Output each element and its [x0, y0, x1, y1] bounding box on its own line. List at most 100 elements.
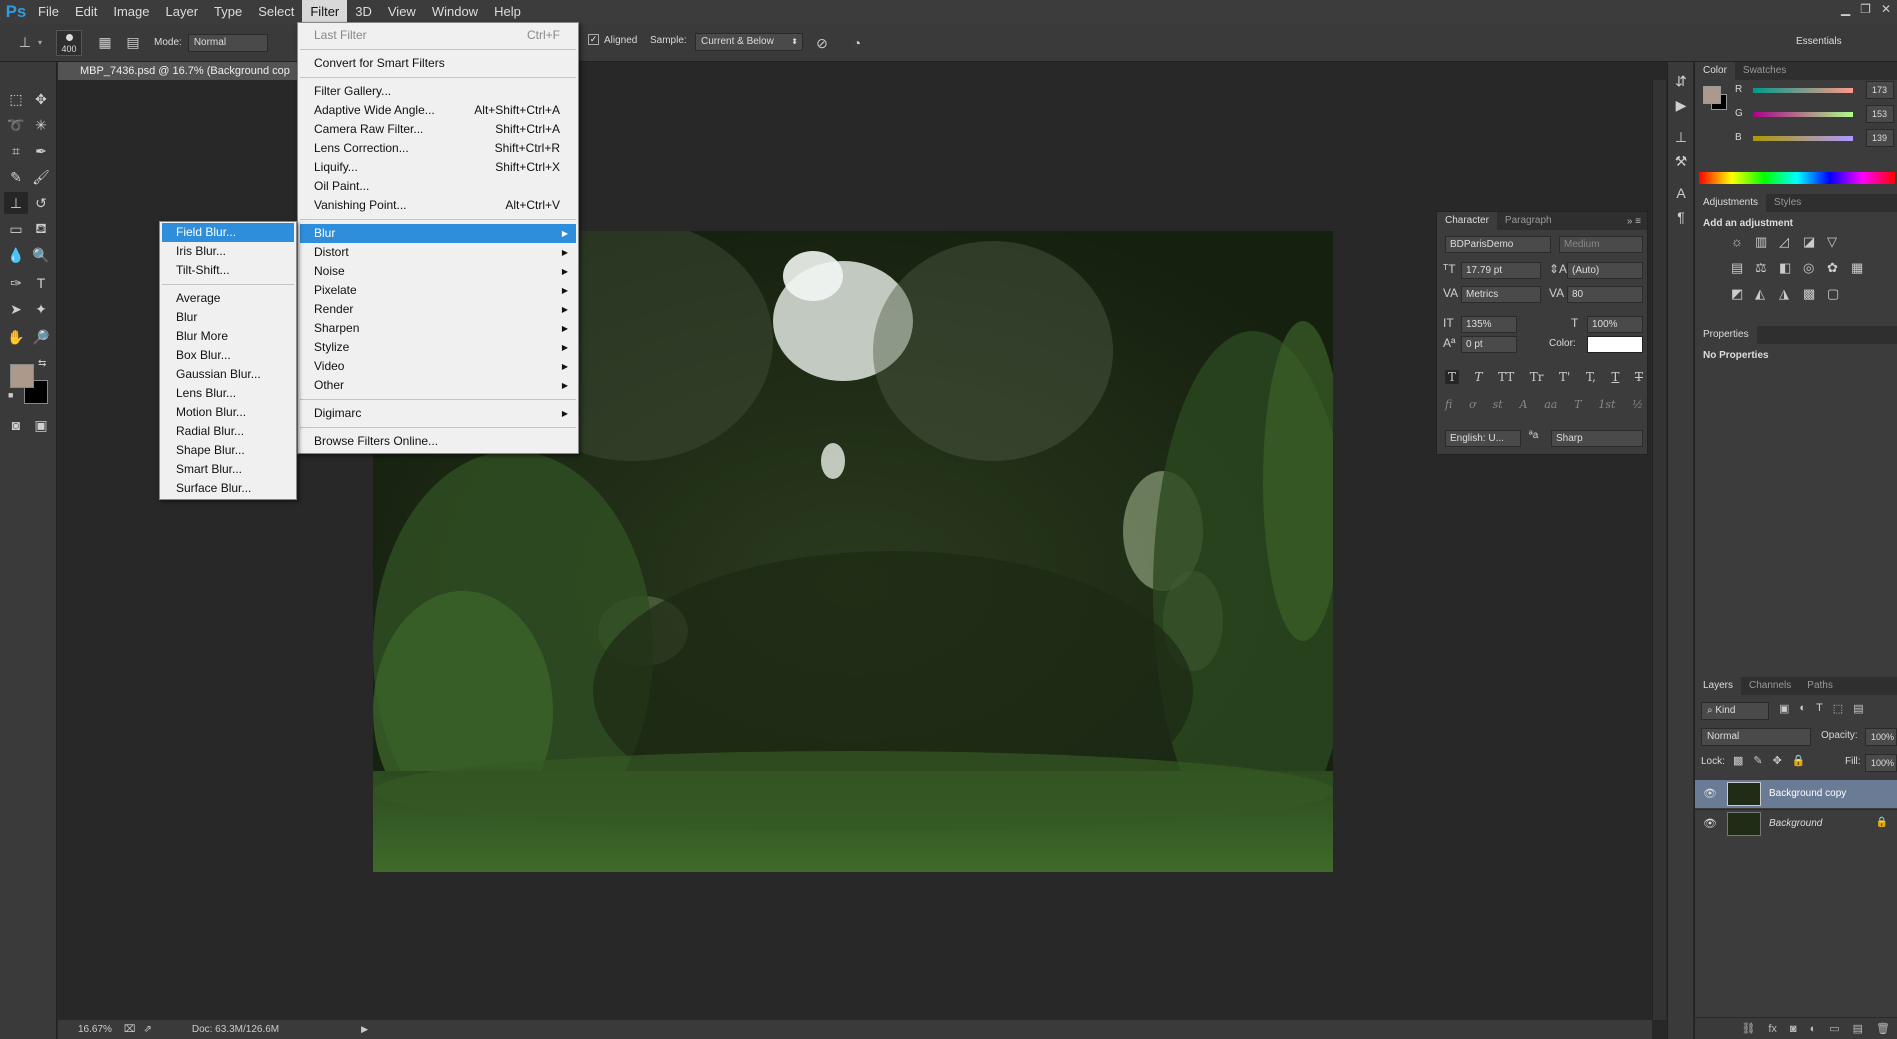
fill-value[interactable]: 100%: [1865, 754, 1897, 772]
zoom-level[interactable]: 16.67%: [78, 1024, 112, 1035]
filter-smart-object-icon[interactable]: ▤: [1853, 702, 1863, 715]
posterize-icon[interactable]: ◭: [1755, 286, 1779, 302]
filter-menu-item-browse-filters-online[interactable]: Browse Filters Online...: [300, 432, 576, 451]
restore-icon[interactable]: ❐: [1860, 2, 1871, 16]
close-icon[interactable]: ✕: [1881, 2, 1891, 16]
layer-kind-filter[interactable]: ⌕ Kind: [1701, 702, 1769, 720]
visibility-eye-icon[interactable]: 👁: [1703, 817, 1717, 830]
filter-menu-item-vanishing-point[interactable]: Vanishing Point... Alt+Ctrl+V: [300, 196, 576, 215]
swap-colors-icon[interactable]: ⇆: [38, 358, 46, 369]
history-brush-tool-icon[interactable]: ↺: [29, 192, 53, 214]
hue-saturation-icon[interactable]: ▤: [1731, 260, 1755, 276]
filter-adjustment-icon[interactable]: ◐: [1799, 702, 1806, 715]
invert-icon[interactable]: ◩: [1731, 286, 1755, 302]
lock-position-icon[interactable]: ✥: [1773, 754, 1782, 767]
brush-tool-icon[interactable]: 🖌: [29, 166, 53, 188]
status-menu-arrow-icon[interactable]: ▶: [361, 1024, 368, 1035]
horizontal-scale-field[interactable]: 100%: [1587, 316, 1643, 333]
text-color-swatch[interactable]: [1587, 336, 1643, 353]
tab-channels[interactable]: Channels: [1741, 677, 1799, 695]
small-caps-button[interactable]: Tr: [1530, 370, 1544, 384]
filter-menu-item-stylize[interactable]: Stylize ▶: [300, 338, 576, 357]
filter-menu-item-pixelate[interactable]: Pixelate ▶: [300, 281, 576, 300]
all-caps-button[interactable]: TT: [1498, 370, 1514, 384]
b-value[interactable]: 139: [1866, 129, 1894, 147]
tab-properties[interactable]: Properties: [1695, 326, 1757, 344]
levels-icon[interactable]: ▥: [1755, 234, 1779, 250]
black-white-icon[interactable]: ◧: [1779, 260, 1803, 276]
filter-menu-item-convert-for-smart-filters[interactable]: Convert for Smart Filters: [300, 54, 576, 73]
blur-submenu-item-smart-blur[interactable]: Smart Blur...: [162, 460, 294, 479]
blur-submenu-item-shape-blur[interactable]: Shape Blur...: [162, 441, 294, 460]
lock-image-icon[interactable]: ✎: [1753, 754, 1762, 767]
vertical-scale-field[interactable]: 135%: [1461, 316, 1517, 333]
blur-submenu-item-surface-blur[interactable]: Surface Blur...: [162, 479, 294, 498]
sample-dropdown[interactable]: Current & Below ⬍: [695, 33, 803, 51]
fractions-button[interactable]: ½: [1632, 398, 1643, 411]
font-size-field[interactable]: 17.79 pt: [1461, 262, 1541, 279]
layer-row[interactable]: 👁 Background 🔒: [1695, 809, 1897, 837]
filter-menu-item-lens-correction[interactable]: Lens Correction... Shift+Ctrl+R: [300, 139, 576, 158]
history-panel-icon[interactable]: ⇵: [1669, 70, 1693, 92]
faux-bold-button[interactable]: T: [1445, 370, 1460, 384]
custom-shape-tool-icon[interactable]: ✦: [29, 298, 53, 320]
menu-edit[interactable]: Edit: [67, 0, 105, 24]
brush-panel-toggle-icon[interactable]: ▦: [94, 32, 116, 54]
filter-menu-item-digimarc[interactable]: Digimarc ▶: [300, 404, 576, 423]
blur-submenu-item-motion-blur[interactable]: Motion Blur...: [162, 403, 294, 422]
paragraph-panel-icon[interactable]: ¶: [1669, 206, 1693, 228]
tool-preset-chevron-icon[interactable]: ▾: [38, 38, 42, 47]
font-style-dropdown[interactable]: Medium: [1559, 236, 1643, 253]
menu-filter[interactable]: Filter: [302, 0, 348, 24]
brush-presets-icon[interactable]: ⚒: [1669, 150, 1693, 172]
healing-brush-tool-icon[interactable]: ✎: [4, 166, 28, 188]
ignore-adjustment-layers-icon[interactable]: ⊘: [811, 32, 833, 54]
stylistic-alternates-button[interactable]: aa: [1544, 398, 1557, 411]
marquee-tool-icon[interactable]: ⬚: [4, 88, 28, 110]
screen-mode-icon[interactable]: ▣: [29, 414, 53, 436]
faux-italic-button[interactable]: T: [1475, 370, 1483, 384]
r-slider[interactable]: [1753, 88, 1853, 93]
strikethrough-button[interactable]: T: [1635, 370, 1643, 384]
layer-name[interactable]: Background copy: [1769, 788, 1846, 799]
hand-tool-icon[interactable]: ✋: [4, 326, 28, 348]
move-tool-icon[interactable]: ✥: [29, 88, 53, 110]
add-mask-icon[interactable]: ◙: [1790, 1023, 1797, 1035]
menu-select[interactable]: Select: [250, 0, 302, 24]
pressure-size-icon[interactable]: ◔: [846, 32, 868, 54]
default-colors-icon[interactable]: ■: [8, 390, 13, 400]
tab-layers[interactable]: Layers: [1695, 677, 1742, 695]
filter-type-icon[interactable]: T: [1816, 702, 1823, 715]
share-icon[interactable]: ⇗: [143, 1024, 151, 1035]
filter-menu-item-last-filter[interactable]: Last Filter Ctrl+F: [300, 26, 576, 45]
kerning-field[interactable]: Metrics: [1461, 286, 1541, 303]
new-group-icon[interactable]: ▭: [1829, 1022, 1839, 1035]
clone-stamp-tool-icon[interactable]: ⊥: [14, 32, 36, 54]
superscript-button[interactable]: T': [1559, 370, 1570, 384]
baseline-shift-field[interactable]: 0 pt: [1461, 336, 1517, 353]
menu-window[interactable]: Window: [424, 0, 486, 24]
menu-type[interactable]: Type: [206, 0, 250, 24]
actions-panel-icon[interactable]: ▶: [1669, 94, 1693, 116]
filter-menu-item-camera-raw-filter[interactable]: Camera Raw Filter... Shift+Ctrl+A: [300, 120, 576, 139]
color-panel-foreground-swatch-front[interactable]: [1703, 86, 1721, 104]
ligatures-button[interactable]: fi: [1445, 398, 1452, 411]
swash-button[interactable]: A: [1519, 398, 1527, 411]
brightness-contrast-icon[interactable]: ☼: [1731, 234, 1755, 250]
quick-mask-icon[interactable]: ◙: [4, 414, 28, 436]
filter-menu-item-blur[interactable]: Blur ▶: [300, 224, 576, 243]
pen-tool-icon[interactable]: ✑: [4, 272, 28, 294]
blur-submenu-item-box-blur[interactable]: Box Blur...: [162, 346, 294, 365]
new-adjustment-layer-icon[interactable]: ◐: [1810, 1023, 1817, 1035]
menu-view[interactable]: View: [380, 0, 424, 24]
tab-paths[interactable]: Paths: [1799, 677, 1841, 695]
filter-menu-item-liquify[interactable]: Liquify... Shift+Ctrl+X: [300, 158, 576, 177]
path-selection-tool-icon[interactable]: ➤: [4, 298, 28, 320]
tab-character[interactable]: Character: [1437, 212, 1497, 230]
filter-menu-item-distort[interactable]: Distort ▶: [300, 243, 576, 262]
eyedropper-tool-icon[interactable]: ✒: [29, 140, 53, 162]
font-family-dropdown[interactable]: BDParisDemo: [1445, 236, 1551, 253]
eraser-tool-icon[interactable]: ▭: [4, 218, 28, 240]
subscript-button[interactable]: T,: [1586, 370, 1596, 384]
lock-all-icon[interactable]: 🔒: [1792, 754, 1806, 767]
